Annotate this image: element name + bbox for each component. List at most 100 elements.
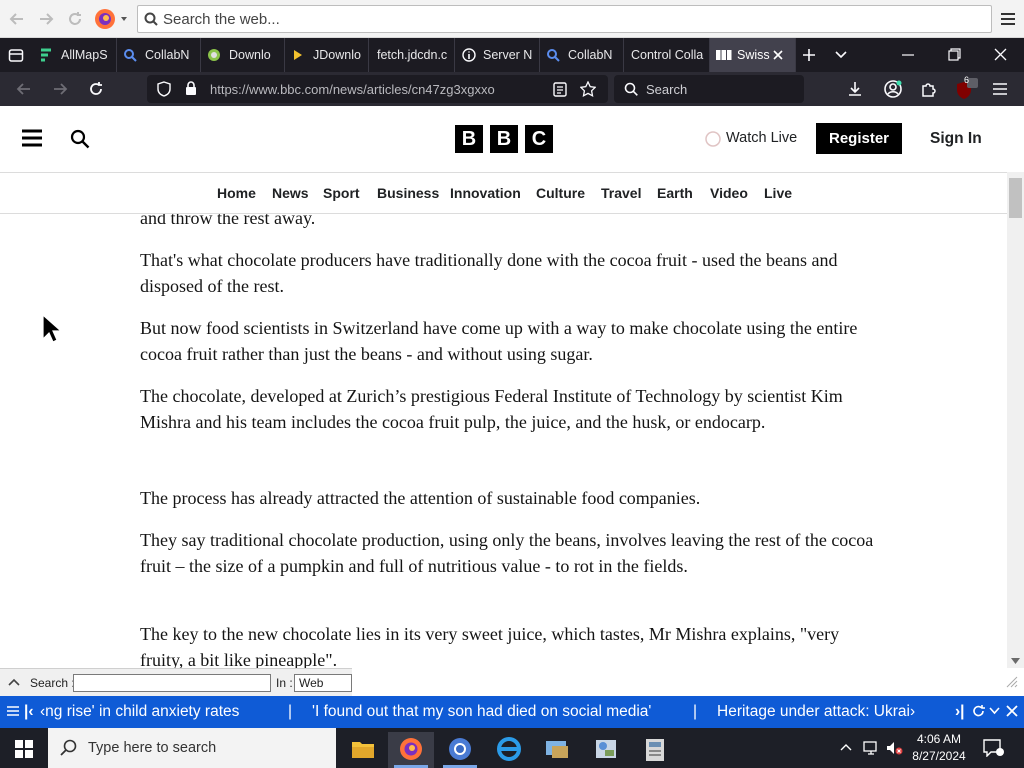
top-toolbar: Search the web... bbox=[0, 0, 1024, 38]
register-button[interactable]: Register bbox=[816, 123, 902, 154]
nav-link-travel[interactable]: Travel bbox=[601, 185, 641, 201]
article-body: and throw the rest away. That's what cho… bbox=[0, 214, 1007, 668]
sign-in-link[interactable]: Sign In bbox=[930, 130, 982, 148]
nav-link-video[interactable]: Video bbox=[710, 185, 748, 201]
article-paragraph: That's what chocolate producers have tra… bbox=[140, 250, 838, 296]
nav-link-home[interactable]: Home bbox=[217, 185, 256, 201]
nav-link-live[interactable]: Live bbox=[764, 185, 792, 201]
ticker-separator: | bbox=[693, 703, 698, 720]
network-icon[interactable] bbox=[862, 740, 880, 756]
taskbar-clock-date[interactable]: 8/27/2024 bbox=[909, 749, 969, 763]
account-icon[interactable] bbox=[883, 79, 903, 99]
downloads-icon[interactable] bbox=[846, 80, 864, 98]
lock-icon[interactable] bbox=[185, 81, 197, 96]
back-icon[interactable] bbox=[8, 10, 26, 28]
extensions-puzzle-icon[interactable] bbox=[920, 80, 938, 98]
ticker-headline[interactable]: ‹ng rise' in child anxiety rates bbox=[40, 703, 239, 721]
nav-link-news[interactable]: News bbox=[272, 185, 309, 201]
tab-allmaps[interactable]: AllMapS bbox=[33, 38, 117, 72]
bookmark-star-icon[interactable] bbox=[580, 81, 596, 97]
reload-icon[interactable] bbox=[66, 10, 84, 28]
ticker-dropdown-icon[interactable] bbox=[989, 707, 1000, 715]
internet-explorer-icon[interactable] bbox=[486, 732, 532, 768]
resize-grip-icon[interactable] bbox=[1006, 676, 1018, 688]
ticker-close-icon[interactable] bbox=[1006, 705, 1018, 717]
article-paragraph: The chocolate, developed at Zurich’s pre… bbox=[140, 386, 843, 432]
control-panel-icon[interactable] bbox=[583, 732, 629, 768]
ticker-menu-icon[interactable] bbox=[7, 705, 19, 717]
web-search-box[interactable]: Search the web... bbox=[137, 5, 992, 33]
close-tab-icon[interactable] bbox=[772, 49, 784, 61]
scroll-down-arrow-icon[interactable] bbox=[1011, 658, 1020, 664]
tracking-protection-shield-icon[interactable] bbox=[157, 81, 171, 97]
bbc-favicon-icon bbox=[716, 49, 732, 61]
firefox-taskbar-icon[interactable] bbox=[388, 732, 434, 768]
show-hidden-icons-chevron-icon[interactable] bbox=[840, 743, 852, 751]
tab-label: AllMapS bbox=[61, 48, 108, 62]
collapse-arrow-icon[interactable] bbox=[8, 678, 20, 686]
ticker-last-button[interactable]: ›| bbox=[955, 703, 965, 721]
tab-control-collab[interactable]: Control Colla bbox=[624, 38, 710, 72]
search-icon bbox=[624, 82, 638, 96]
tab-list-icon[interactable] bbox=[8, 47, 24, 63]
forward-icon[interactable] bbox=[37, 10, 55, 28]
calculator-app-icon[interactable] bbox=[632, 732, 678, 768]
tab-fetch-jdcdn[interactable]: fetch.jdcdn.c bbox=[369, 38, 455, 72]
taskbar-search-box[interactable]: Type here to search bbox=[48, 728, 336, 768]
download-favicon-icon bbox=[207, 48, 221, 62]
nav-link-innovation[interactable]: Innovation bbox=[450, 185, 521, 201]
app-menu-icon[interactable] bbox=[992, 82, 1008, 96]
firefox-menu-icon[interactable] bbox=[94, 8, 128, 30]
tab-server[interactable]: Server N bbox=[455, 38, 540, 72]
nav-link-earth[interactable]: Earth bbox=[657, 185, 693, 201]
hamburger-menu-icon[interactable] bbox=[1000, 11, 1016, 27]
new-tab-icon[interactable] bbox=[802, 48, 816, 62]
watch-live-label: Watch Live bbox=[726, 130, 798, 146]
action-center-notification-icon[interactable] bbox=[983, 739, 1005, 757]
info-favicon-icon bbox=[462, 48, 476, 62]
bbc-search-icon[interactable] bbox=[70, 129, 90, 149]
nav-search-box[interactable]: Search bbox=[614, 75, 804, 103]
search-scope-select[interactable]: Web bbox=[294, 674, 352, 692]
ticker-first-button[interactable]: |‹ bbox=[24, 703, 34, 721]
vertical-scrollbar[interactable] bbox=[1007, 172, 1024, 668]
nav-link-business[interactable]: Business bbox=[377, 185, 439, 201]
network-app-icon[interactable] bbox=[534, 732, 580, 768]
url-bar[interactable]: https://www.bbc.com/news/articles/cn47zg… bbox=[147, 75, 608, 103]
article-paragraph: They say traditional chocolate productio… bbox=[140, 530, 874, 576]
forward-icon[interactable] bbox=[52, 81, 68, 97]
ticker-separator: | bbox=[288, 703, 293, 720]
close-window-icon[interactable] bbox=[994, 48, 1007, 61]
reload-icon[interactable] bbox=[88, 81, 104, 97]
status-strip bbox=[352, 668, 1024, 696]
chrome-taskbar-icon[interactable] bbox=[437, 732, 483, 768]
search-input[interactable] bbox=[73, 674, 271, 692]
list-all-tabs-icon[interactable] bbox=[834, 50, 848, 60]
windows-start-icon[interactable] bbox=[15, 740, 33, 758]
nav-link-sport[interactable]: Sport bbox=[323, 185, 360, 201]
minimize-icon[interactable] bbox=[902, 54, 914, 56]
scrollbar-thumb[interactable] bbox=[1009, 178, 1022, 218]
nav-link-culture[interactable]: Culture bbox=[536, 185, 585, 201]
url-text: https://www.bbc.com/news/articles/cn47zg… bbox=[210, 82, 495, 97]
tab-jdownloader[interactable]: JDownlo bbox=[285, 38, 369, 72]
tab-download[interactable]: Downlo bbox=[201, 38, 285, 72]
tab-collabn[interactable]: CollabN bbox=[117, 38, 201, 72]
taskbar-clock-time[interactable]: 4:06 AM bbox=[912, 732, 966, 746]
bbc-logo-letter: B bbox=[455, 125, 483, 153]
reader-view-icon[interactable] bbox=[553, 82, 567, 97]
volume-muted-icon[interactable] bbox=[886, 740, 904, 756]
file-explorer-icon[interactable] bbox=[340, 732, 386, 768]
tab-label: Downlo bbox=[229, 48, 271, 62]
search-favicon-icon bbox=[546, 48, 560, 62]
restore-icon[interactable] bbox=[948, 48, 961, 61]
bbc-menu-icon[interactable] bbox=[22, 129, 42, 147]
ticker-headline[interactable]: Heritage under attack: Ukrai› bbox=[717, 703, 954, 721]
ticker-refresh-icon[interactable] bbox=[972, 704, 985, 718]
back-icon[interactable] bbox=[16, 81, 32, 97]
mouse-cursor-icon bbox=[42, 314, 62, 344]
tab-swiss-active[interactable]: Swiss bbox=[710, 38, 796, 72]
tab-label: Control Colla bbox=[631, 48, 704, 62]
tab-collabn-2[interactable]: CollabN bbox=[540, 38, 624, 72]
ticker-headline[interactable]: 'I found out that my son had died on soc… bbox=[312, 703, 651, 721]
